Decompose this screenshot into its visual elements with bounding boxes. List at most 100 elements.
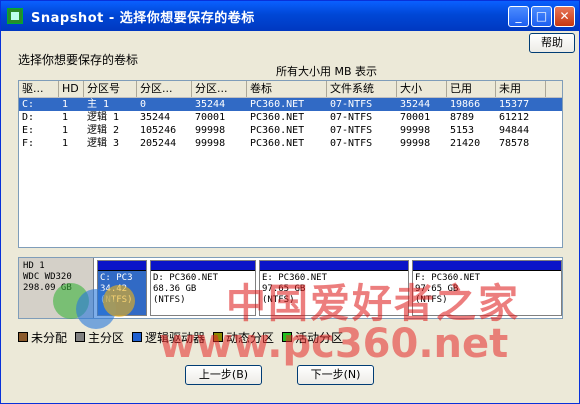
app-icon <box>7 8 23 24</box>
cell: 逻辑 2 <box>87 125 120 136</box>
partition-bar <box>413 261 561 271</box>
partition-legend: 未分配 主分区 逻辑驱动器 动态分区 活动分区 <box>18 326 563 348</box>
partition-label: C: PC3 <box>100 273 133 283</box>
col-used[interactable]: 已用 <box>447 81 496 97</box>
cell: 0 <box>140 99 147 110</box>
volume-table[interactable]: 驱... HD 分区号 分区... 分区... 卷标 文件系统 大小 已用 未用… <box>18 80 563 248</box>
cell: 1 <box>62 112 69 123</box>
help-button[interactable]: 帮助 <box>529 33 575 53</box>
partition-size: 68.36 GB <box>153 284 197 294</box>
maximize-button[interactable]: □ <box>531 6 552 27</box>
cell: 35244 <box>140 112 171 123</box>
cell: 1 <box>62 138 69 149</box>
col-drive[interactable]: 驱... <box>19 81 59 97</box>
swatch-icon <box>132 332 143 342</box>
table-row[interactable]: F: 1 逻辑 3 205244 99998 PC360.NET 07-NTFS… <box>19 137 562 150</box>
legend-label: 动态分区 <box>226 330 275 345</box>
partition-bar <box>98 261 146 271</box>
legend-label: 活动分区 <box>295 330 344 345</box>
partition-fs: (NTFS) <box>153 295 186 305</box>
cell: 1 <box>62 99 69 110</box>
partition-size: 34.42 <box>100 284 128 294</box>
cell: E: <box>22 125 35 136</box>
cell: C: <box>22 99 35 110</box>
col-size[interactable]: 大小 <box>397 81 447 97</box>
partition-bar <box>260 261 408 271</box>
cell: 99998 <box>195 138 226 149</box>
cell: 逻辑 1 <box>87 112 120 123</box>
partition-fs: (NTFS) <box>100 295 133 305</box>
cell: 07-NTFS <box>330 125 373 136</box>
legend-unallocated: 未分配 <box>18 329 67 346</box>
cell: 78578 <box>499 138 530 149</box>
units-note: 所有大小用 MB 表示 <box>276 65 378 78</box>
disk-model: WDC WD320 <box>23 272 72 282</box>
legend-logical: 逻辑驱动器 <box>132 329 205 346</box>
cell: 70001 <box>400 112 431 123</box>
cell: 105246 <box>140 125 177 136</box>
cell: 1 <box>62 125 69 136</box>
partition-size: 97.65 GB <box>262 284 306 294</box>
cell: 35244 <box>400 99 431 110</box>
cell: 99998 <box>195 125 226 136</box>
minimize-button[interactable]: _ <box>508 6 529 27</box>
cell: 07-NTFS <box>330 112 373 123</box>
col-partition-start[interactable]: 分区... <box>137 81 192 97</box>
cell: PC360.NET <box>250 138 305 149</box>
col-partition-no[interactable]: 分区号 <box>84 81 137 97</box>
cell: 61212 <box>499 112 530 123</box>
back-button[interactable]: 上一步(B) <box>185 365 262 385</box>
cell: 8789 <box>450 112 475 123</box>
legend-dynamic: 动态分区 <box>213 329 274 346</box>
cell: F: <box>22 138 35 149</box>
cell: PC360.NET <box>250 112 305 123</box>
cell: 主 1 <box>87 99 110 110</box>
partition-fs: (NTFS) <box>262 295 295 305</box>
swatch-icon <box>213 332 224 342</box>
table-row[interactable]: C: 1 主 1 0 35244 PC360.NET 07-NTFS 35244… <box>19 98 562 111</box>
legend-primary: 主分区 <box>75 329 124 346</box>
disk-map: HD 1 WDC WD320 298.09 GB C: PC3 34.42 (N… <box>18 257 563 319</box>
table-header: 驱... HD 分区号 分区... 分区... 卷标 文件系统 大小 已用 未用 <box>19 81 562 98</box>
col-hd[interactable]: HD <box>59 81 84 97</box>
cell: 07-NTFS <box>330 99 373 110</box>
partition-d[interactable]: D: PC360.NET 68.36 GB (NTFS) <box>150 260 256 316</box>
disk-label: HD 1 <box>23 261 45 271</box>
window-title: Snapshot - 选择你想要保存的卷标 <box>31 10 255 26</box>
cell: 70001 <box>195 112 226 123</box>
col-label[interactable]: 卷标 <box>247 81 327 97</box>
col-partition-size[interactable]: 分区... <box>192 81 247 97</box>
cell: 35244 <box>195 99 226 110</box>
cell: PC360.NET <box>250 125 305 136</box>
partition-fs: (NTFS) <box>415 295 448 305</box>
cell: 94844 <box>499 125 530 136</box>
partition-label: E: PC360.NET <box>262 273 328 283</box>
col-filesystem[interactable]: 文件系统 <box>327 81 397 97</box>
partition-label: D: PC360.NET <box>153 273 219 283</box>
snapshot-window: Snapshot - 选择你想要保存的卷标 _ □ ✕ 帮助 选择你想要保存的卷… <box>0 0 580 404</box>
table-row[interactable]: E: 1 逻辑 2 105246 99998 PC360.NET 07-NTFS… <box>19 124 562 137</box>
partition-c[interactable]: C: PC3 34.42 (NTFS) <box>97 260 147 316</box>
cell: 99998 <box>400 138 431 149</box>
partition-f[interactable]: F: PC360.NET 97.65 GB (NTFS) <box>412 260 562 316</box>
partition-bar <box>151 261 255 271</box>
cell: 205244 <box>140 138 177 149</box>
title-bar[interactable]: Snapshot - 选择你想要保存的卷标 _ □ ✕ <box>1 1 579 31</box>
cell: 15377 <box>499 99 530 110</box>
legend-label: 未分配 <box>31 330 68 345</box>
disk-info: HD 1 WDC WD320 298.09 GB <box>19 258 94 318</box>
col-free[interactable]: 未用 <box>496 81 546 97</box>
swatch-icon <box>282 332 293 342</box>
cell: 21420 <box>450 138 481 149</box>
cell: 逻辑 3 <box>87 138 120 149</box>
close-button[interactable]: ✕ <box>554 6 575 27</box>
cell: PC360.NET <box>250 99 305 110</box>
next-button[interactable]: 下一步(N) <box>297 365 374 385</box>
partition-e[interactable]: E: PC360.NET 97.65 GB (NTFS) <box>259 260 409 316</box>
legend-label: 逻辑驱动器 <box>145 330 206 345</box>
table-row[interactable]: D: 1 逻辑 1 35244 70001 PC360.NET 07-NTFS … <box>19 111 562 124</box>
cell: 5153 <box>450 125 475 136</box>
cell: 07-NTFS <box>330 138 373 149</box>
cell: D: <box>22 112 35 123</box>
partition-label: F: PC360.NET <box>415 273 481 283</box>
